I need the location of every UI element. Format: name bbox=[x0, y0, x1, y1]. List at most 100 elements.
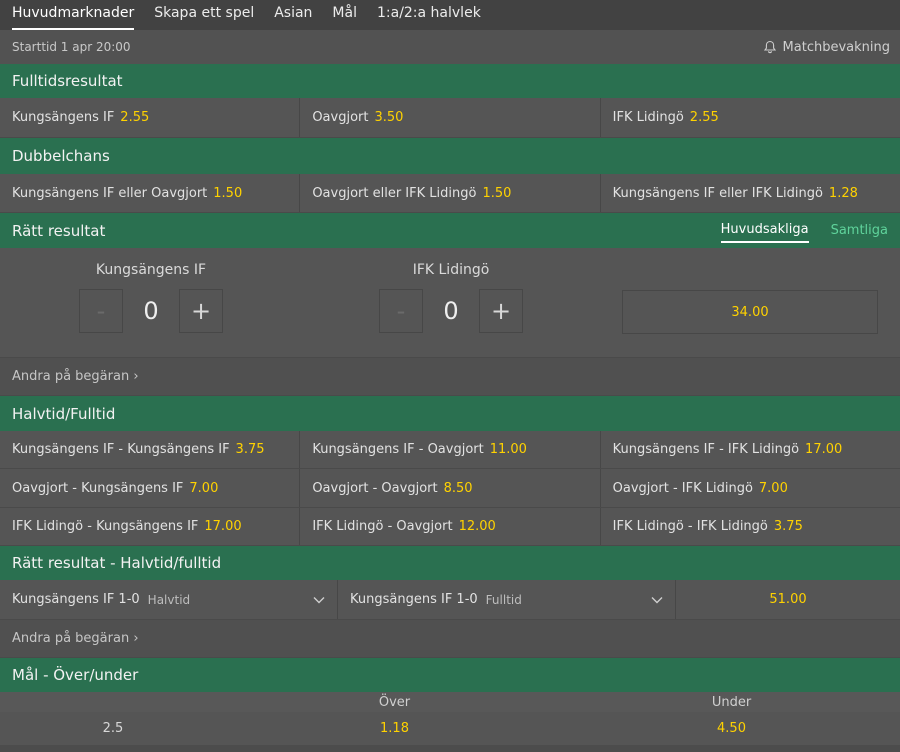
odds-value: 11.00 bbox=[489, 442, 527, 457]
select-value: Kungsängens IF 1-0 bbox=[12, 592, 140, 607]
tab-asian[interactable]: Asian bbox=[274, 0, 312, 30]
tab-halvlek[interactable]: 1:a/2:a halvlek bbox=[377, 0, 481, 30]
under-column-header: Under bbox=[711, 694, 752, 710]
over-under-column-headers: Över Under bbox=[0, 692, 900, 712]
over-column-header: Över bbox=[378, 694, 411, 710]
away-plus-button[interactable]: + bbox=[479, 289, 523, 333]
section-title: Halvtid/Fulltid bbox=[12, 404, 116, 423]
selection-label: IFK Lidingö - IFK Lidingö bbox=[612, 519, 768, 534]
home-minus-button[interactable]: - bbox=[79, 289, 123, 333]
correct-score-picker: Kungsängens IF - 0 + IFK Lidingö - 0 + 3… bbox=[0, 248, 900, 358]
home-plus-button[interactable]: + bbox=[179, 289, 223, 333]
tab-mal[interactable]: Mål bbox=[332, 0, 357, 30]
match-info-bar: Starttid 1 apr 20:00 Matchbevakning bbox=[0, 30, 900, 64]
under-odds-button[interactable]: 4.50 bbox=[563, 712, 900, 745]
halftime-score-select[interactable]: Kungsängens IF 1-0 Halvtid bbox=[0, 580, 338, 619]
double-chance-row: Kungsängens IF eller Oavgjort 1.50 Oavgjo… bbox=[0, 174, 900, 213]
odds-cell[interactable]: Kungsängens IF eller Oavgjort 1.50 bbox=[0, 174, 301, 212]
selection-label: Oavgjort bbox=[312, 110, 369, 125]
tab-huvudmarknader[interactable]: Huvudmarknader bbox=[12, 0, 135, 30]
selection-label: Kungsängens IF - Kungsängens IF bbox=[12, 442, 230, 457]
odds-cell[interactable]: Oavgjort - IFK Lidingö 7.00 bbox=[601, 469, 900, 507]
odds-cell[interactable]: Kungsängens IF 2.55 bbox=[0, 98, 301, 137]
start-time: Starttid 1 apr 20:00 bbox=[12, 40, 131, 54]
odds-cell[interactable]: Oavgjort - Kungsängens IF 7.00 bbox=[0, 469, 301, 507]
odds-cell[interactable]: Kungsängens IF - Kungsängens IF 3.75 bbox=[0, 431, 301, 468]
home-team-name: Kungsängens IF bbox=[95, 262, 207, 278]
chevron-down-icon bbox=[313, 593, 325, 607]
correct-score-tabs: Huvudsakliga Samtliga bbox=[720, 213, 888, 248]
selection-label: IFK Lidingö - Oavgjort bbox=[312, 519, 453, 534]
notify-label: Matchbevakning bbox=[782, 39, 890, 55]
odds-cell[interactable]: IFK Lidingö - IFK Lidingö 3.75 bbox=[601, 508, 900, 545]
odds-value: 3.50 bbox=[374, 110, 404, 125]
odds-cell[interactable]: IFK Lidingö - Kungsängens IF 17.00 bbox=[0, 508, 301, 545]
odds-cell[interactable]: Kungsängens IF - Oavgjort 11.00 bbox=[300, 431, 601, 468]
halftime-fulltime-row: Kungsängens IF - Kungsängens IF 3.75 Kung… bbox=[0, 431, 900, 469]
correct-score-htft-header[interactable]: Rätt resultat - Halvtid/fulltid bbox=[0, 546, 900, 580]
odds-value: 17.00 bbox=[204, 519, 242, 534]
correct-score-htft-row: Kungsängens IF 1-0 Halvtid Kungsängens I… bbox=[0, 580, 900, 620]
home-score-stepper: - 0 + bbox=[71, 289, 231, 333]
selection-label: IFK Lidingö bbox=[612, 110, 684, 125]
section-title: Dubbelchans bbox=[12, 147, 110, 165]
odds-value: 12.00 bbox=[458, 519, 496, 534]
over-under-row: 2.5 1.18 4.50 bbox=[0, 712, 900, 745]
section-title: Fulltidsresultat bbox=[12, 72, 123, 90]
over-odds-button[interactable]: 1.18 bbox=[226, 712, 563, 745]
odds-cell[interactable]: IFK Lidingö - Oavgjort 12.00 bbox=[300, 508, 601, 545]
select-value: Kungsängens IF 1-0 bbox=[350, 592, 478, 607]
odds-cell[interactable]: Kungsängens IF eller IFK Lidingö 1.28 bbox=[601, 174, 900, 212]
tab-skapa-ett-spel[interactable]: Skapa ett spel bbox=[154, 0, 254, 30]
odds-value: 2.55 bbox=[120, 110, 150, 125]
section-title: Rätt resultat - Halvtid/fulltid bbox=[12, 554, 222, 572]
odds-cell[interactable]: Oavgjort 3.50 bbox=[300, 98, 601, 137]
goals-over-under-header[interactable]: Mål - Över/under bbox=[0, 658, 900, 692]
odds-cell[interactable]: Oavgjort eller IFK Lidingö 1.50 bbox=[300, 174, 601, 212]
away-score-stepper: - 0 + bbox=[371, 289, 531, 333]
goal-line-value: 2.5 bbox=[102, 721, 124, 736]
double-chance-header[interactable]: Dubbelchans bbox=[0, 138, 900, 174]
fulltime-result-header[interactable]: Fulltidsresultat bbox=[0, 64, 900, 98]
odds-value: 3.75 bbox=[773, 519, 803, 534]
selection-label: Kungsängens IF bbox=[12, 110, 115, 125]
home-score-column: Kungsängens IF - 0 + bbox=[71, 262, 231, 333]
chevron-down-icon bbox=[651, 593, 663, 607]
away-team-name: IFK Lidingö bbox=[412, 262, 490, 278]
tab-main[interactable]: Huvudsakliga bbox=[720, 218, 809, 243]
section-title: Rätt resultat bbox=[12, 221, 106, 240]
odds-value: 1.28 bbox=[828, 185, 858, 201]
selection-label: Oavgjort - Oavgjort bbox=[312, 480, 438, 496]
fulltime-result-row: Kungsängens IF 2.55 Oavgjort 3.50 IFK Lidi… bbox=[0, 98, 900, 138]
halftime-fulltime-header[interactable]: Halvtid/Fulltid bbox=[0, 396, 900, 431]
odds-value: 17.00 bbox=[805, 442, 843, 457]
fulltime-score-select[interactable]: Kungsängens IF 1-0 Fulltid bbox=[338, 580, 676, 619]
correct-score-header: Rätt resultat Huvudsakliga Samtliga bbox=[0, 213, 900, 248]
more-on-request-link[interactable]: Andra på begäran › bbox=[0, 358, 900, 396]
correct-score-odds-button[interactable]: 34.00 bbox=[622, 290, 878, 334]
tab-all[interactable]: Samtliga bbox=[831, 219, 888, 242]
odds-cell[interactable]: Oavgjort - Oavgjort 8.50 bbox=[300, 469, 601, 507]
odds-value: 7.00 bbox=[189, 480, 219, 496]
selection-label: Oavgjort eller IFK Lidingö bbox=[312, 185, 477, 201]
selection-label: Kungsängens IF eller IFK Lidingö bbox=[612, 185, 823, 201]
select-placeholder: Fulltid bbox=[485, 592, 522, 607]
halftime-fulltime-row: Oavgjort - Kungsängens IF 7.00 Oavgjort -… bbox=[0, 469, 900, 508]
odds-cell[interactable]: Kungsängens IF - IFK Lidingö 17.00 bbox=[601, 431, 900, 468]
correct-score-htft-odds-button[interactable]: 51.00 bbox=[676, 580, 900, 619]
bell-icon bbox=[763, 40, 776, 54]
home-score-value: 0 bbox=[143, 297, 159, 325]
halftime-fulltime-row: IFK Lidingö - Kungsängens IF 17.00 IFK Li… bbox=[0, 508, 900, 546]
match-notification-button[interactable]: Matchbevakning bbox=[763, 40, 890, 55]
odds-cell[interactable]: IFK Lidingö 2.55 bbox=[601, 98, 900, 137]
market-tabs: Huvudmarknader Skapa ett spel Asian Mål … bbox=[0, 0, 900, 30]
away-minus-button[interactable]: - bbox=[379, 289, 423, 333]
selection-label: Kungsängens IF - IFK Lidingö bbox=[612, 442, 800, 457]
odds-value: 1.50 bbox=[213, 185, 243, 201]
select-placeholder: Halvtid bbox=[147, 592, 191, 607]
more-on-request-link[interactable]: Andra på begäran › bbox=[0, 620, 900, 658]
selection-label: Oavgjort - Kungsängens IF bbox=[12, 480, 184, 496]
away-score-column: IFK Lidingö - 0 + bbox=[371, 262, 531, 333]
selection-label: Kungsängens IF - Oavgjort bbox=[312, 442, 484, 457]
odds-value: 8.50 bbox=[443, 480, 473, 496]
